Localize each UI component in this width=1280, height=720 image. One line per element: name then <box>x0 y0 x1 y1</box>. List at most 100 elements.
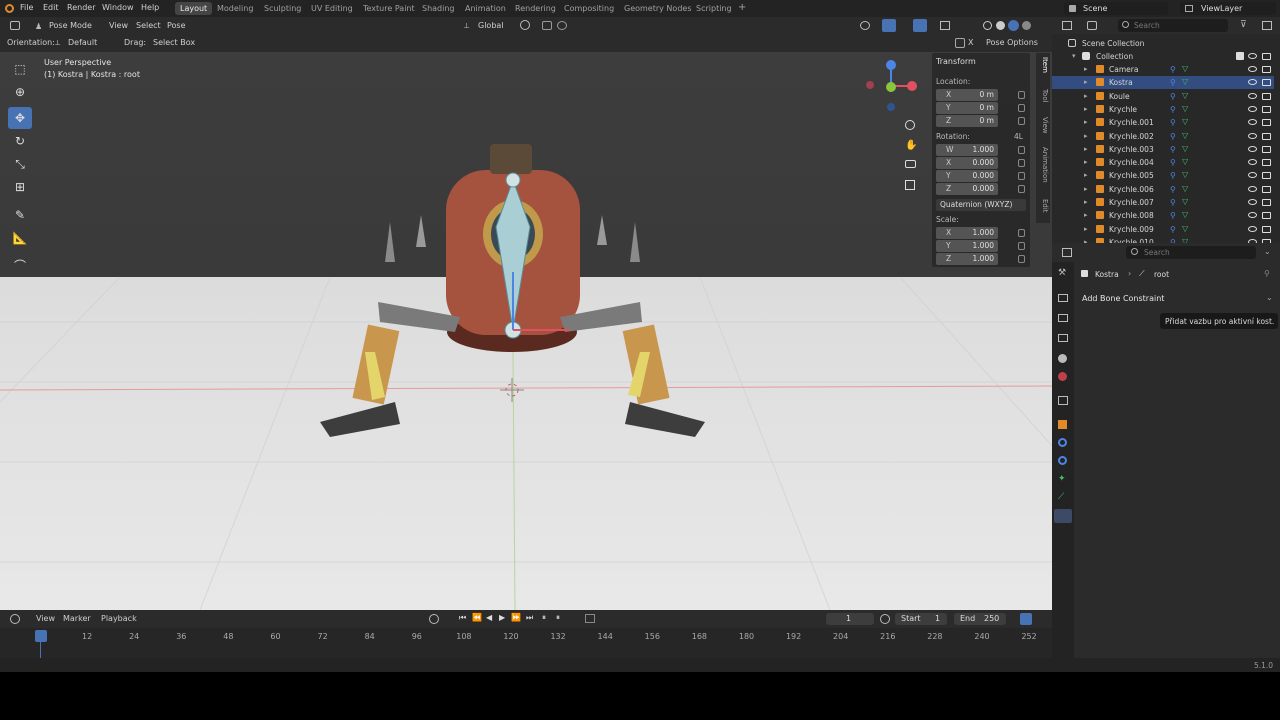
tab-compositing[interactable]: Compositing <box>559 2 619 15</box>
play-icon[interactable]: ▶ <box>499 613 505 622</box>
filter-icon[interactable]: ⊽ <box>1240 20 1247 30</box>
location-y-field[interactable]: Y 0 m <box>936 102 998 114</box>
object-props-icon[interactable] <box>1058 420 1067 429</box>
eye-icon[interactable] <box>1248 105 1257 112</box>
outliner-item[interactable]: ▸ Krychle.007 ⚲ ▽ <box>1052 196 1274 209</box>
menu-window[interactable]: Window <box>102 3 134 12</box>
sidebar-tab-animation[interactable]: Animation <box>1037 147 1049 183</box>
camera-icon[interactable] <box>1262 185 1271 193</box>
tab-geometry-nodes[interactable]: Geometry Nodes <box>619 2 696 15</box>
outliner-item[interactable]: ▸ Kostra ⚲ ▽ <box>1052 76 1274 90</box>
sidebar-tab-view[interactable]: View <box>1037 117 1049 134</box>
armature-data-props-icon[interactable]: ✦ <box>1058 474 1066 484</box>
outliner-editor-icon[interactable] <box>1062 21 1072 30</box>
world-props-icon[interactable] <box>1058 372 1067 381</box>
tab-uv-editing[interactable]: UV Editing <box>306 2 358 15</box>
modifier-icon[interactable]: ⚲ <box>1170 198 1176 207</box>
lock-icon[interactable] <box>1018 255 1025 263</box>
view-layer-props-icon[interactable] <box>1058 334 1068 342</box>
expand-arrow-icon[interactable]: ▸ <box>1084 198 1088 206</box>
modifier-icon[interactable]: ⚲ <box>1170 185 1176 194</box>
camera-icon[interactable] <box>1262 53 1271 60</box>
modifier-icon[interactable]: ⚲ <box>1170 171 1176 180</box>
keyframe-prev-icon[interactable]: ⏸ <box>542 613 546 623</box>
lock-icon[interactable] <box>1018 104 1025 112</box>
snap-icon[interactable] <box>542 21 552 30</box>
outliner-item[interactable]: ▸ Krychle.003 ⚲ ▽ <box>1052 143 1274 156</box>
outliner-scene-collection[interactable]: Scene Collection <box>1052 37 1274 50</box>
tab-scripting[interactable]: Scripting <box>691 2 737 15</box>
camera-icon[interactable] <box>1262 119 1271 127</box>
expand-arrow-icon[interactable]: ▸ <box>1084 211 1088 219</box>
editor-type-icon[interactable] <box>10 21 20 30</box>
menu-pose[interactable]: Pose <box>167 21 186 30</box>
bone-constraint-props-icon[interactable] <box>1054 509 1072 523</box>
mesh-data-icon[interactable]: ▽ <box>1182 64 1188 73</box>
tab-rendering[interactable]: Rendering <box>510 2 561 15</box>
shading-rendered-icon[interactable] <box>1022 21 1031 30</box>
scene-props-icon[interactable] <box>1058 354 1067 363</box>
chevron-down-icon[interactable]: ⌄ <box>1264 247 1271 256</box>
rotation-z-field[interactable]: Z 0.000 <box>936 183 998 195</box>
menu-file[interactable]: File <box>20 3 33 12</box>
modifier-icon[interactable]: ⚲ <box>1170 132 1176 141</box>
new-collection-icon[interactable] <box>1262 21 1272 30</box>
jump-start-icon[interactable]: ⏮ <box>459 613 466 623</box>
outliner-item[interactable]: ▸ Krychle.006 ⚲ ▽ <box>1052 183 1274 196</box>
properties-search-input[interactable]: Search <box>1126 246 1256 259</box>
xray-toggle-icon[interactable] <box>940 21 950 30</box>
sidebar-tab-tool[interactable]: Tool <box>1037 89 1049 103</box>
outliner-item[interactable]: ▸ Krychle.004 ⚲ ▽ <box>1052 156 1274 169</box>
expand-arrow-icon[interactable]: ▸ <box>1084 78 1088 86</box>
lock-icon[interactable] <box>1018 91 1025 99</box>
camera-icon[interactable] <box>1262 92 1271 100</box>
outliner-item[interactable]: ▸ Krychle.002 ⚲ ▽ <box>1052 130 1274 143</box>
camera-view-icon[interactable] <box>905 160 916 168</box>
rotation-4l-toggle[interactable]: 4L <box>1014 132 1023 141</box>
navigation-gizmo[interactable] <box>866 60 917 111</box>
select-box-tool[interactable]: ⬚ <box>8 58 32 80</box>
checkbox-icon[interactable] <box>1236 52 1244 60</box>
modifier-icon[interactable]: ⚲ <box>1170 225 1176 234</box>
modifier-icon[interactable]: ⚲ <box>1170 211 1176 220</box>
gizmo-toggle-icon[interactable] <box>882 19 896 32</box>
blender-logo-icon[interactable] <box>5 4 14 13</box>
tool-props-icon[interactable]: ⚒ <box>1058 268 1066 278</box>
tab-modeling[interactable]: Modeling <box>212 2 258 15</box>
zoom-icon[interactable] <box>905 120 915 130</box>
shading-wireframe-icon[interactable] <box>983 21 992 30</box>
eye-icon[interactable] <box>1248 145 1257 152</box>
measure-tool[interactable]: 📐 <box>8 227 32 249</box>
mesh-data-icon[interactable]: ▽ <box>1182 144 1188 153</box>
proportional-edit-icon[interactable] <box>557 21 567 30</box>
mesh-data-icon[interactable]: ▽ <box>1182 210 1188 219</box>
visibility-icon[interactable] <box>860 21 870 30</box>
lock-icon[interactable] <box>1018 242 1025 250</box>
rotation-y-field[interactable]: Y 0.000 <box>936 170 998 182</box>
mesh-data-icon[interactable]: ▽ <box>1182 117 1188 126</box>
eye-icon[interactable] <box>1248 199 1257 205</box>
timeline-menu-view[interactable]: View <box>36 614 55 623</box>
tab-shading[interactable]: Shading <box>417 2 460 15</box>
mesh-data-icon[interactable]: ▽ <box>1182 104 1188 113</box>
start-frame-field[interactable]: Start 1 <box>895 613 947 625</box>
expand-arrow-icon[interactable]: ▸ <box>1084 171 1088 179</box>
add-workspace-button[interactable]: + <box>733 0 751 13</box>
expand-arrow-icon[interactable]: ▸ <box>1084 132 1088 140</box>
timeline-ruler[interactable]: 1122436486072849610812013214415616818019… <box>0 628 1052 658</box>
play-reverse-icon[interactable]: ◀ <box>486 613 492 622</box>
eye-icon[interactable] <box>1248 92 1257 99</box>
prev-keyframe-icon[interactable]: ⏪ <box>472 613 482 622</box>
mesh-data-icon[interactable]: ▽ <box>1182 77 1188 86</box>
camera-icon[interactable] <box>1262 172 1271 180</box>
shading-solid-icon[interactable] <box>996 21 1005 30</box>
orientation-dropdown[interactable]: ⟂ Default <box>52 37 118 49</box>
menu-select[interactable]: Select <box>136 21 161 30</box>
mesh-data-icon[interactable]: ▽ <box>1182 224 1188 233</box>
viewlayer-selector[interactable]: ViewLayer <box>1180 2 1276 15</box>
pivot-icon[interactable] <box>520 20 530 30</box>
mesh-data-icon[interactable]: ▽ <box>1182 184 1188 193</box>
render-props-icon[interactable] <box>1058 294 1068 302</box>
bone-tail[interactable] <box>505 172 521 188</box>
keying-set-icon[interactable] <box>585 614 595 623</box>
